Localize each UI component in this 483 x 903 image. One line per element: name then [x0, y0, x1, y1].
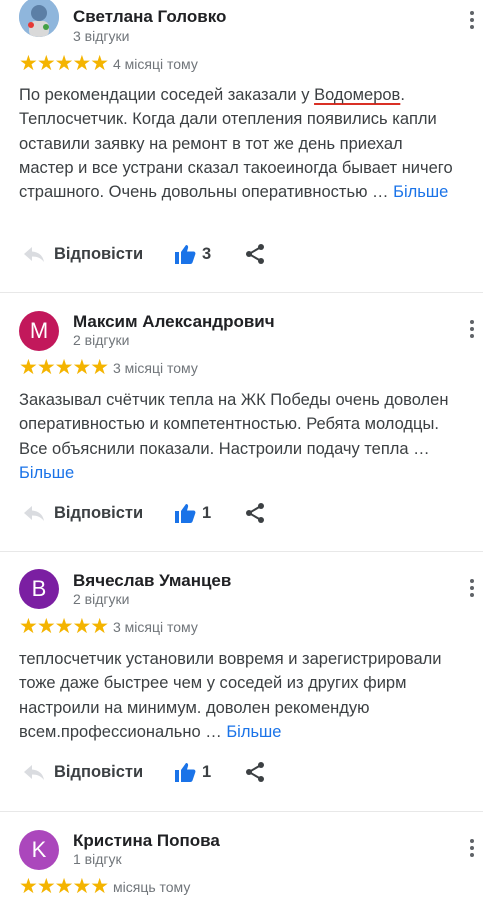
review-date: місяць тому: [113, 879, 191, 895]
more-link[interactable]: Більше: [226, 723, 281, 741]
share-icon[interactable]: [245, 761, 265, 783]
share-icon[interactable]: [245, 243, 265, 265]
like-count: 3: [202, 244, 212, 263]
photo-avatar-icon: [19, 0, 59, 37]
review-text: По рекомендации соседей заказали у Водом…: [19, 83, 459, 204]
avatar[interactable]: М: [19, 311, 59, 351]
like-count: 1: [202, 503, 212, 522]
thumbs-up-icon: [175, 763, 196, 782]
reply-label: Відповісти: [54, 244, 144, 263]
review-date: 4 місяці тому: [113, 56, 198, 72]
author-name[interactable]: Максим Александрович: [73, 312, 275, 332]
more-link[interactable]: Більше: [393, 183, 448, 201]
avatar-letter: B: [31, 576, 47, 601]
like-button[interactable]: 1: [174, 499, 211, 527]
kebab-menu-icon[interactable]: [470, 11, 474, 29]
kebab-menu-icon[interactable]: [470, 839, 474, 857]
review-count: 2 відгуки: [73, 332, 130, 348]
like-button[interactable]: 3: [174, 240, 211, 268]
more-link[interactable]: Більше: [19, 464, 74, 482]
rating-stars: ★★★★★: [19, 356, 109, 379]
avatar-photo[interactable]: [19, 0, 59, 37]
like-button[interactable]: 1: [174, 758, 211, 786]
kebab-menu-icon[interactable]: [470, 579, 474, 597]
rating-stars: ★★★★★: [19, 875, 109, 898]
reply-button[interactable]: Відповісти: [22, 758, 143, 786]
review-date: 3 місяці тому: [113, 619, 198, 635]
review-count: 3 відгуки: [73, 28, 130, 44]
rating-stars: ★★★★★: [19, 52, 109, 75]
reply-arrow-icon: [24, 765, 44, 780]
review-card: М Максим Александрович 2 відгуки ★★★★★ 3…: [0, 293, 483, 552]
like-count: 1: [202, 762, 212, 781]
thumbs-up-icon: [175, 504, 196, 523]
review-count: 2 відгуки: [73, 591, 130, 607]
avatar-letter: М: [29, 318, 49, 343]
review-date: 3 місяці тому: [113, 360, 198, 376]
reply-arrow-icon: [24, 506, 44, 521]
reply-label: Відповісти: [54, 762, 144, 781]
author-name[interactable]: Светлана Головко: [73, 7, 226, 27]
review-text: Заказывал счётчик тепла на ЖК Победы оче…: [19, 388, 459, 485]
rating-stars: ★★★★★: [19, 615, 109, 638]
thumbs-up-icon: [175, 245, 196, 264]
review-card: B Вячеслав Уманцев 2 відгуки ★★★★★ 3 міс…: [0, 552, 483, 812]
reply-button[interactable]: Відповісти: [22, 240, 143, 268]
review-text: теплосчетчик установили вовремя и зареги…: [19, 647, 459, 744]
review-count: 1 відгук: [73, 851, 122, 867]
author-name[interactable]: Вячеслав Уманцев: [73, 571, 231, 591]
review-text-part: По рекомендации соседей заказали у: [19, 86, 315, 104]
share-icon[interactable]: [245, 502, 265, 524]
avatar[interactable]: B: [19, 569, 59, 609]
reply-label: Відповісти: [54, 503, 144, 522]
avatar-letter: K: [31, 837, 47, 862]
review-card: Светлана Головко 3 відгуки ★★★★★ 4 місяц…: [0, 0, 483, 293]
reply-button[interactable]: Відповісти: [22, 499, 143, 527]
author-name[interactable]: Кристина Попова: [73, 831, 220, 851]
highlighted-term: Водомеров: [314, 86, 401, 104]
reply-arrow-icon: [24, 247, 44, 262]
kebab-menu-icon[interactable]: [470, 320, 474, 338]
avatar[interactable]: K: [19, 830, 59, 870]
review-card: K Кристина Попова 1 відгук ★★★★★ місяць …: [0, 812, 483, 903]
review-text-part: Заказывал счётчик тепла на ЖК Победы оче…: [19, 391, 449, 458]
